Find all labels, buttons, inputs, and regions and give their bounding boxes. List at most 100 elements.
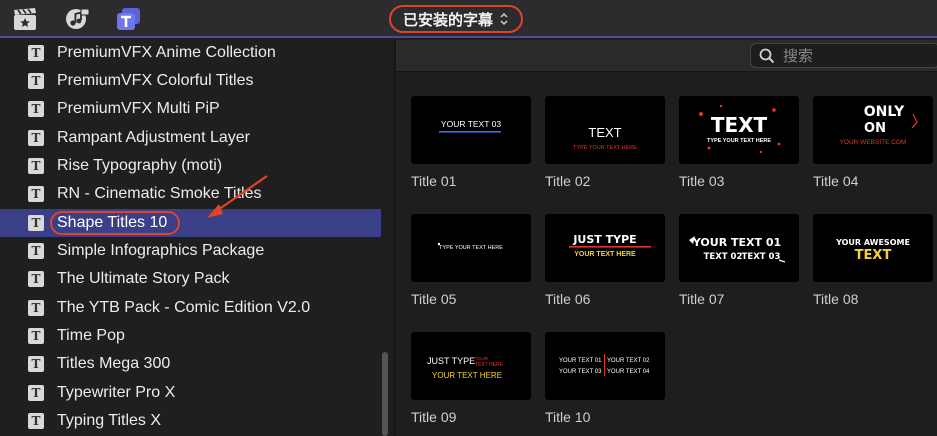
- tile-thumbnail: TEXT TYPE YOUR TEXT HERE: [545, 96, 665, 164]
- thumb-text: TEXT 02: [704, 252, 743, 262]
- title-tile-09[interactable]: JUST TYPE YOUR TEXT HERE YOUR TEXT HERE …: [411, 332, 531, 425]
- sidebar-item-label: Typewriter Pro X: [57, 384, 176, 401]
- title-browser-grid: YOUR TEXT 03 Title 01 TEXT TYPE YOUR TEX…: [396, 73, 937, 436]
- sidebar-item-label: Rampant Adjustment Layer: [57, 129, 250, 146]
- sidebar-item-ultimate-story[interactable]: T The Ultimate Story Pack: [0, 265, 381, 293]
- thumb-text: YOUR TEXT 04: [607, 369, 650, 375]
- thumb-text: TEXT 03: [742, 252, 781, 262]
- tile-label: Title 01: [411, 173, 457, 189]
- title-icon: T: [28, 300, 44, 316]
- library-dropdown[interactable]: 已安装的字幕: [389, 5, 523, 33]
- sidebar-item-label: Titles Mega 300: [57, 355, 171, 372]
- title-tile-01[interactable]: YOUR TEXT 03 Title 01: [411, 96, 531, 189]
- title-tile-10[interactable]: YOUR TEXT 01 YOUR TEXT 02 YOUR TEXT 03 Y…: [545, 332, 665, 425]
- sidebar-item-ytb-pack[interactable]: T The YTB Pack - Comic Edition V2.0: [0, 294, 381, 322]
- title-icon: T: [28, 73, 44, 89]
- search-icon: [759, 48, 775, 63]
- title-tile-02[interactable]: TEXT TYPE YOUR TEXT HERE Title 02: [545, 96, 665, 189]
- title-icon: T: [28, 158, 44, 174]
- thumb-text: YOUR AWESOME: [835, 238, 910, 247]
- thumb-text: YOUR TEXT HERE: [432, 371, 502, 380]
- tile-thumbnail: YOUR TEXT 01 TEXT 02 TEXT 03: [679, 214, 799, 282]
- thumb-text: YOUR TEXT 01: [692, 236, 781, 249]
- tile-label: Title 05: [411, 291, 457, 307]
- tile-thumbnail: ONLY ON YOUR WEBSITE.COM: [813, 96, 933, 164]
- tile-thumbnail: JUST TYPE YOUR TEXT HERE: [545, 214, 665, 282]
- title-icon: T: [28, 186, 44, 202]
- sidebar-item-typing-titles[interactable]: T Typing Titles X: [0, 407, 381, 435]
- tile-thumbnail: YOUR TEXT 03: [411, 96, 531, 164]
- tile-label: Title 02: [545, 173, 591, 189]
- thumb-text: YOUR WEBSITE.COM: [840, 139, 907, 146]
- tile-thumbnail: TYPE YOUR TEXT HERE: [411, 214, 531, 282]
- thumb-text: YOUR TEXT 01: [559, 358, 602, 364]
- tile-thumbnail: TEXT TYPE YOUR TEXT HERE: [679, 96, 799, 164]
- titles-icon[interactable]: [116, 7, 142, 31]
- dropdown-label: 已安装的字幕: [402, 10, 493, 29]
- sidebar-item-label: Typing Titles X: [57, 412, 162, 429]
- sidebar: T PremiumVFX Anime Collection T PremiumV…: [0, 40, 381, 436]
- tile-thumbnail: JUST TYPE YOUR TEXT HERE YOUR TEXT HERE: [411, 332, 531, 400]
- tile-thumbnail: YOUR AWESOME TEXT: [813, 214, 933, 282]
- title-tile-08[interactable]: YOUR AWESOME TEXT Title 08: [813, 214, 933, 307]
- thumb-text: TEXT: [855, 248, 892, 263]
- tile-thumbnail: YOUR TEXT 01 YOUR TEXT 02 YOUR TEXT 03 Y…: [545, 332, 665, 400]
- sidebar-scrollbar[interactable]: [382, 352, 388, 436]
- sidebar-item-label: Time Pop: [57, 327, 125, 344]
- sidebar-item-premiumvfx-multipip[interactable]: T PremiumVFX Multi PiP: [0, 95, 381, 123]
- thumb-text: TYPE YOUR TEXT HERE: [573, 145, 637, 151]
- sidebar-item-label: PremiumVFX Colorful Titles: [57, 72, 254, 89]
- tile-label: Title 09: [411, 409, 457, 425]
- clapper-star-icon[interactable]: [12, 7, 38, 31]
- tile-label: Title 04: [813, 173, 859, 189]
- sidebar-item-rn-smoke[interactable]: T RN - Cinematic Smoke Titles: [0, 180, 381, 208]
- thumb-text: YOUR TEXT 03: [441, 119, 501, 129]
- tile-label: Title 07: [679, 291, 725, 307]
- sidebar-item-typewriter-pro[interactable]: T Typewriter Pro X: [0, 379, 381, 407]
- thumb-text: JUST TYPE: [427, 356, 475, 366]
- title-icon: T: [28, 45, 44, 61]
- sidebar-item-premiumvfx-colorful[interactable]: T PremiumVFX Colorful Titles: [0, 67, 381, 95]
- tile-label: Title 08: [813, 291, 859, 307]
- thumb-text: JUST TYPE: [572, 233, 636, 246]
- sidebar-item-label: The Ultimate Story Pack: [57, 270, 230, 287]
- title-icon: T: [28, 243, 44, 259]
- title-tile-03[interactable]: TEXT TYPE YOUR TEXT HERE Title 03: [679, 96, 799, 189]
- top-toolbar: 已安装的字幕: [0, 0, 937, 38]
- thumb-text: TYPE YOUR TEXT HERE: [439, 245, 503, 251]
- thumb-text: YOUR: [475, 356, 489, 361]
- title-icon: T: [28, 413, 44, 429]
- sidebar-item-rampant-adjustment[interactable]: T Rampant Adjustment Layer: [0, 124, 381, 152]
- title-tile-06[interactable]: JUST TYPE YOUR TEXT HERE Title 06: [545, 214, 665, 307]
- thumb-text: TEXT HERE: [475, 362, 504, 368]
- title-icon: T: [28, 385, 44, 401]
- search-placeholder: 搜索: [783, 47, 814, 65]
- thumb-text: TEXT: [588, 125, 621, 140]
- title-tile-05[interactable]: TYPE YOUR TEXT HERE Title 05: [411, 214, 531, 307]
- sidebar-item-titles-mega[interactable]: T Titles Mega 300: [0, 350, 381, 378]
- thumb-text: YOUR TEXT 03: [559, 369, 602, 375]
- title-icon: T: [28, 101, 44, 117]
- tile-label: Title 03: [679, 173, 725, 189]
- title-icon: T: [28, 328, 44, 344]
- browser-header: 搜索: [396, 40, 937, 72]
- title-icon: T: [28, 215, 44, 231]
- thumb-text: YOUR TEXT HERE: [574, 251, 636, 258]
- sidebar-item-premiumvfx-anime[interactable]: T PremiumVFX Anime Collection: [0, 40, 381, 67]
- sidebar-item-rise-typography[interactable]: T Rise Typography (moti): [0, 152, 381, 180]
- sidebar-item-label: The YTB Pack - Comic Edition V2.0: [57, 299, 311, 316]
- sidebar-item-shape-titles-10[interactable]: T Shape Titles 10: [0, 209, 381, 237]
- title-icon: T: [28, 271, 44, 287]
- music-photo-icon[interactable]: [64, 7, 90, 31]
- title-icon: T: [28, 356, 44, 372]
- sidebar-item-time-pop[interactable]: T Time Pop: [0, 322, 381, 350]
- sidebar-item-simple-infographics[interactable]: T Simple Infographics Package: [0, 237, 381, 265]
- title-tile-07[interactable]: YOUR TEXT 01 TEXT 02 TEXT 03 Title 07: [679, 214, 799, 307]
- thumb-text: TEXT: [711, 113, 768, 137]
- search-input[interactable]: 搜索: [750, 43, 937, 68]
- chevron-updown-icon: [499, 12, 509, 26]
- thumb-text: YOUR TEXT 02: [607, 358, 650, 364]
- sidebar-item-label: PremiumVFX Anime Collection: [57, 44, 276, 61]
- title-tile-04[interactable]: ONLY ON YOUR WEBSITE.COM Title 04: [813, 96, 933, 189]
- thumb-text: TYPE YOUR TEXT HERE: [707, 138, 771, 144]
